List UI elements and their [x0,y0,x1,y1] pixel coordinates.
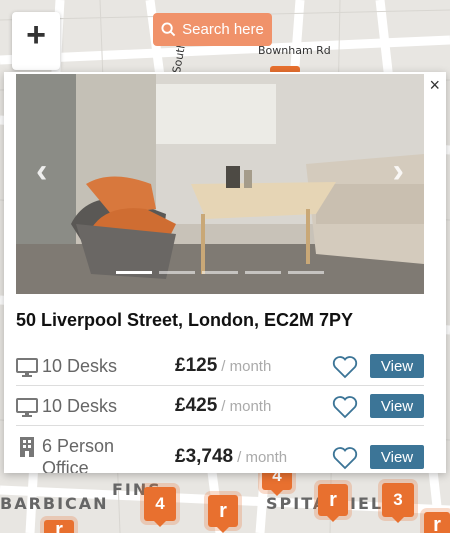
carousel-dot[interactable] [159,271,195,274]
price-period: / month [221,398,272,415]
carousel-dot[interactable] [116,271,152,274]
search-here-label: Search here [182,21,264,38]
desk-monitor-icon [16,358,38,377]
map-cluster-marker[interactable]: 3 [382,483,414,523]
carousel-dot[interactable] [202,271,238,274]
office-photo [16,74,424,294]
close-icon[interactable]: × [429,76,440,94]
zoom-in-button[interactable]: + [12,12,60,70]
carousel-indicators [116,271,324,274]
map-office-marker[interactable]: r [318,484,348,522]
listing-row: 6 Person Office £3,748/ month View [16,428,424,473]
search-here-button[interactable]: Search here [153,13,272,46]
price-period: / month [221,358,272,375]
area-label: BARBICAN [0,494,109,513]
map-cluster-marker[interactable]: 4 [144,487,176,527]
listing-price: £3,748/ month [175,446,288,467]
carousel-dot[interactable] [288,271,324,274]
office-photo-carousel[interactable]: ‹ › [16,74,424,294]
heart-icon[interactable] [332,446,358,470]
price-period: / month [237,449,288,466]
desk-monitor-icon [16,398,38,417]
listing-row: 10 Desks £425/ month View [16,388,424,426]
office-popup-card: × ‹ › 50 Liverpool Street, London, EC2M … [4,72,446,473]
previous-photo-icon[interactable]: ‹ [36,152,47,191]
listing-description: 6 Person Office [42,436,115,473]
listing-price: £425/ month [175,395,272,416]
area-label: IEL [350,494,384,513]
view-button[interactable]: View [370,394,424,418]
carousel-dot[interactable] [245,271,281,274]
listing-price: £125/ month [175,355,272,376]
heart-icon[interactable] [332,395,358,419]
view-button[interactable]: View [370,445,424,469]
office-building-icon [20,437,34,457]
next-photo-icon[interactable]: › [393,152,404,191]
map-office-marker[interactable]: r [208,495,238,533]
office-address: 50 Liverpool Street, London, EC2M 7PY [16,310,354,330]
map-office-marker[interactable]: r [424,512,450,533]
listing-row: 10 Desks £125/ month View [16,348,424,386]
listing-description: 10 Desks [42,396,118,416]
heart-icon[interactable] [332,355,358,379]
road-label: Bownham Rd [258,44,331,57]
map-office-marker[interactable]: r [44,519,74,533]
listing-description: 10 Desks [42,356,118,376]
view-button[interactable]: View [370,354,424,378]
plus-icon: + [26,16,46,54]
search-icon [161,22,176,37]
